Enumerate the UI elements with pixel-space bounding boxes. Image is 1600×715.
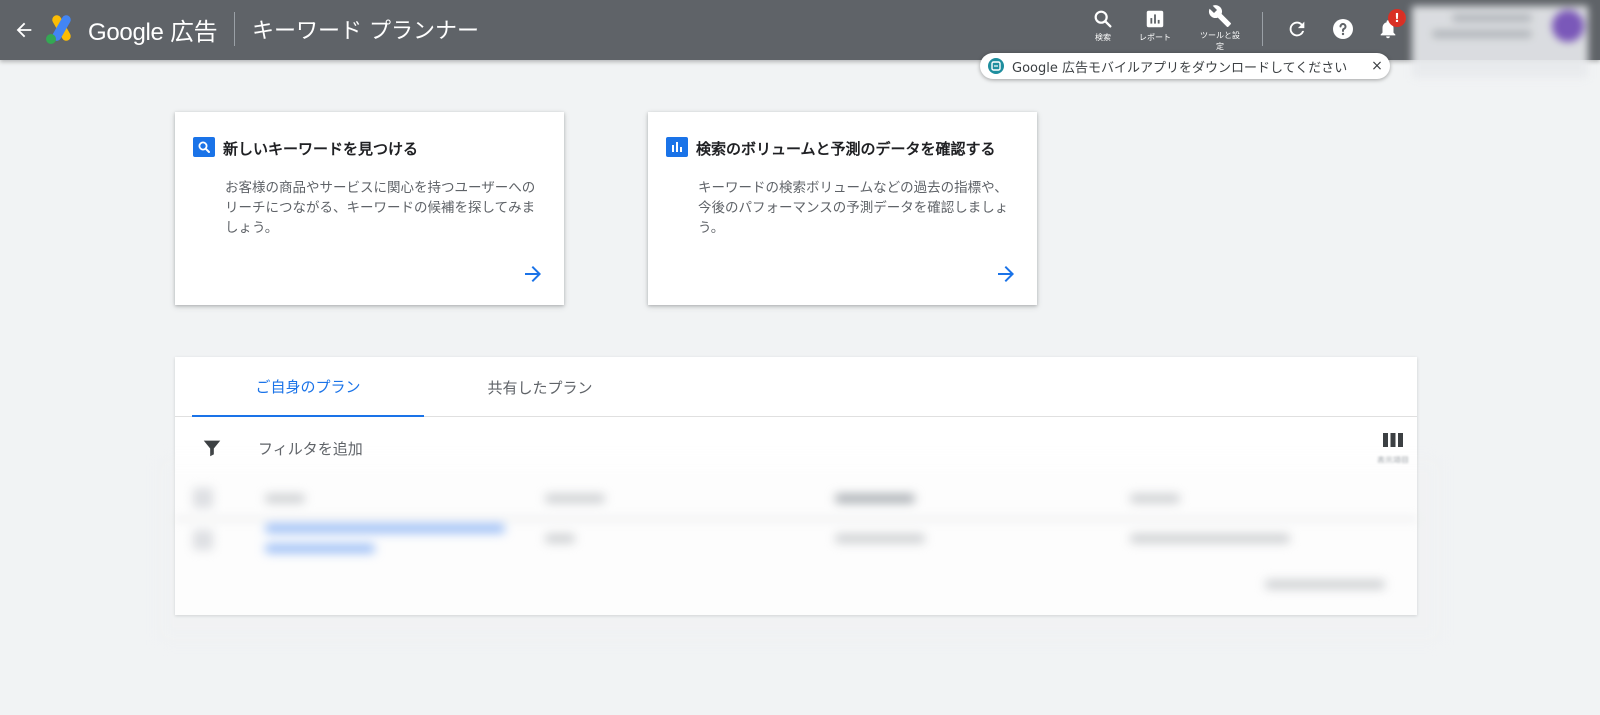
plans-table-redacted: [175, 462, 1417, 615]
arrow-right-icon[interactable]: [994, 262, 1018, 286]
report-tool-button[interactable]: レポート: [1125, 4, 1185, 43]
columns-icon[interactable]: [1382, 430, 1404, 450]
account-info[interactable]: [1412, 6, 1588, 78]
report-tool-label: レポート: [1139, 33, 1171, 42]
search-icon: [193, 137, 215, 157]
tools-settings-button[interactable]: ツールと設定: [1189, 0, 1251, 52]
help-icon[interactable]: [1328, 14, 1358, 44]
report-chart-icon: [1146, 10, 1164, 28]
back-arrow-icon[interactable]: [8, 14, 40, 46]
tools-settings-label: ツールと設定: [1200, 31, 1240, 51]
find-keywords-card[interactable]: 新しいキーワードを見つける お客様の商品やサービスに関心を持つユーザーへのリーチ…: [175, 112, 564, 305]
card-description: キーワードの検索ボリュームなどの過去の指標や、今後のパフォーマンスの予測データを…: [698, 180, 1009, 236]
search-icon: [1094, 10, 1112, 28]
search-volume-forecast-card[interactable]: 検索のボリュームと予測のデータを確認する キーワードの検索ボリュームなどの過去の…: [648, 112, 1037, 305]
avatar: [1552, 10, 1584, 42]
card-title: 新しいキーワードを見つける: [223, 140, 419, 158]
notification-badge: !: [1388, 9, 1406, 27]
search-tool-button[interactable]: 検索: [1073, 4, 1133, 43]
wrench-icon: [1208, 5, 1231, 27]
search-tool-label: 検索: [1095, 33, 1111, 42]
top-app-bar: Google 広告 キーワード プランナー 検索 レポート ツールと設定 !: [0, 0, 1600, 60]
pagination: [1265, 580, 1385, 589]
brand-name: Google 広告: [88, 19, 218, 46]
toast-message: Google 広告モバイルアプリをダウンロードしてください: [1012, 60, 1348, 76]
google-ads-logo-icon: [46, 15, 71, 44]
table-header: [175, 472, 1417, 520]
header-divider: [234, 12, 235, 46]
header-divider-right: [1262, 12, 1263, 46]
add-filter-button[interactable]: フィルタを追加: [258, 438, 363, 459]
refresh-icon[interactable]: [1282, 14, 1312, 44]
app-download-toast[interactable]: Google 広告モバイルアプリをダウンロードしてください ×: [980, 53, 1390, 79]
tab-own-plans[interactable]: ご自身のプラン: [192, 357, 424, 417]
card-description: お客様の商品やサービスに関心を持つユーザーへのリーチにつながる、キーワードの候補…: [225, 180, 536, 236]
page-title: キーワード プランナー: [252, 19, 479, 44]
bar-chart-icon: [666, 137, 688, 157]
mobile-app-icon: [988, 58, 1004, 74]
card-title: 検索のボリュームと予測のデータを確認する: [696, 140, 996, 158]
plans-panel: ご自身のプラン 共有したプラン フィルタを追加 表示項目: [175, 357, 1417, 615]
arrow-right-icon[interactable]: [521, 262, 545, 286]
tab-shared-plans[interactable]: 共有したプラン: [424, 357, 656, 417]
filter-icon[interactable]: [201, 437, 223, 459]
plan-tabs: ご自身のプラン 共有したプラン: [175, 357, 1417, 417]
toast-close-button[interactable]: ×: [1364, 53, 1390, 79]
